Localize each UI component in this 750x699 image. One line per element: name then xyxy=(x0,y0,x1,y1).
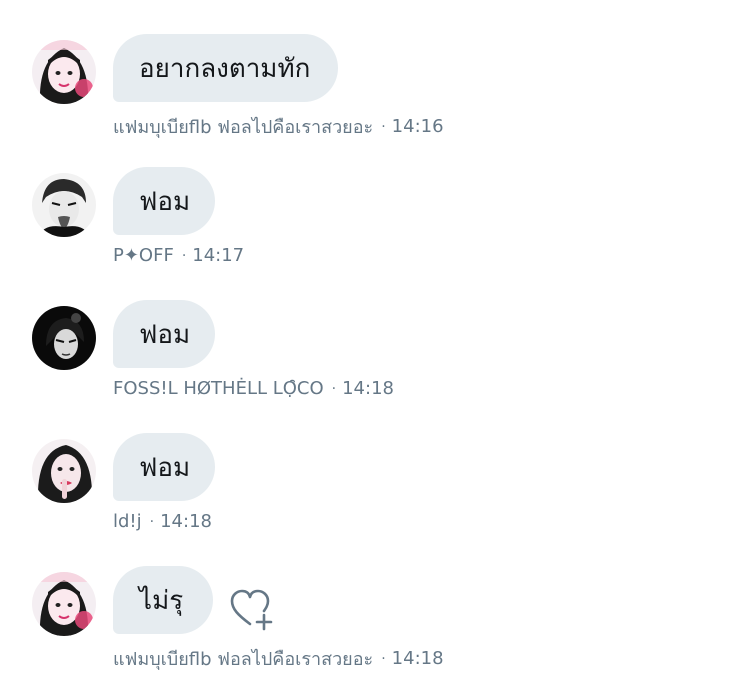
avatar[interactable] xyxy=(32,572,96,636)
message-row: ไม่รุ แฟมบุเบียflb ฟอลไปคือเราสวยอะ · 14… xyxy=(0,566,750,676)
sender-name[interactable]: แฟมบุเบียflb ฟอลไปคือเราสวยอะ xyxy=(113,644,373,673)
avatar-tongue-boy-image xyxy=(32,173,96,237)
message-time: 14:18 xyxy=(160,511,212,532)
meta-separator: · xyxy=(331,380,337,397)
sender-name[interactable]: ld!j xyxy=(113,511,142,532)
message-meta: แฟมบุเบียflb ฟอลไปคือเราสวยอะ · 14:18 xyxy=(113,644,444,673)
avatar-dark-portrait-image xyxy=(32,306,96,370)
message-time: 14:17 xyxy=(192,245,245,266)
avatar[interactable] xyxy=(32,306,96,370)
meta-separator: · xyxy=(149,513,155,530)
message-text: อยากลงตามทัก xyxy=(139,53,311,84)
avatar-pink-girl-image xyxy=(32,572,96,636)
heart-add-icon[interactable] xyxy=(228,588,276,632)
message-time: 14:18 xyxy=(342,378,394,399)
message-row: อยากลงตามทัก แฟมบุเบียflb ฟอลไปคือเราสวย… xyxy=(0,34,750,144)
message-meta: FOSS!L HØTHĖLL LỌ̑CO · 14:18 xyxy=(113,378,394,399)
sender-name[interactable]: P✦OFF xyxy=(113,245,174,266)
message-bubble[interactable]: ฟอม xyxy=(113,433,215,501)
message-bubble[interactable]: ไม่รุ xyxy=(113,566,213,634)
message-time: 14:18 xyxy=(391,648,444,669)
message-row: ฟอม P✦OFF · 14:17 xyxy=(0,167,750,277)
sender-name[interactable]: แฟมบุเบียflb ฟอลไปคือเราสวยอะ xyxy=(113,112,373,141)
message-meta: ld!j · 14:18 xyxy=(113,511,212,532)
message-text: ไม่รุ xyxy=(139,585,184,616)
message-meta: แฟมบุเบียflb ฟอลไปคือเราสวยอะ · 14:16 xyxy=(113,112,444,141)
avatar-finger-lips-image xyxy=(32,439,96,503)
message-text: ฟอม xyxy=(139,186,191,217)
avatar[interactable] xyxy=(32,439,96,503)
message-bubble[interactable]: ฟอม xyxy=(113,167,215,235)
message-bubble[interactable]: ฟอม xyxy=(113,300,215,368)
message-meta: P✦OFF · 14:17 xyxy=(113,245,244,266)
message-bubble[interactable]: อยากลงตามทัก xyxy=(113,34,338,102)
meta-separator: · xyxy=(381,650,386,667)
sender-name[interactable]: FOSS!L HØTHĖLL LỌ̑CO xyxy=(113,378,324,399)
meta-separator: · xyxy=(381,118,386,135)
message-row: ฟอม FOSS!L HØTHĖLL LỌ̑CO · 14:18 xyxy=(0,300,750,410)
message-text: ฟอม xyxy=(139,319,191,350)
message-row: ฟอม ld!j · 14:18 xyxy=(0,433,750,543)
message-time: 14:16 xyxy=(391,116,444,137)
meta-separator: · xyxy=(181,247,187,264)
avatar[interactable] xyxy=(32,173,96,237)
message-text: ฟอม xyxy=(139,452,191,483)
avatar-pink-girl-image xyxy=(32,40,96,104)
avatar[interactable] xyxy=(32,40,96,104)
